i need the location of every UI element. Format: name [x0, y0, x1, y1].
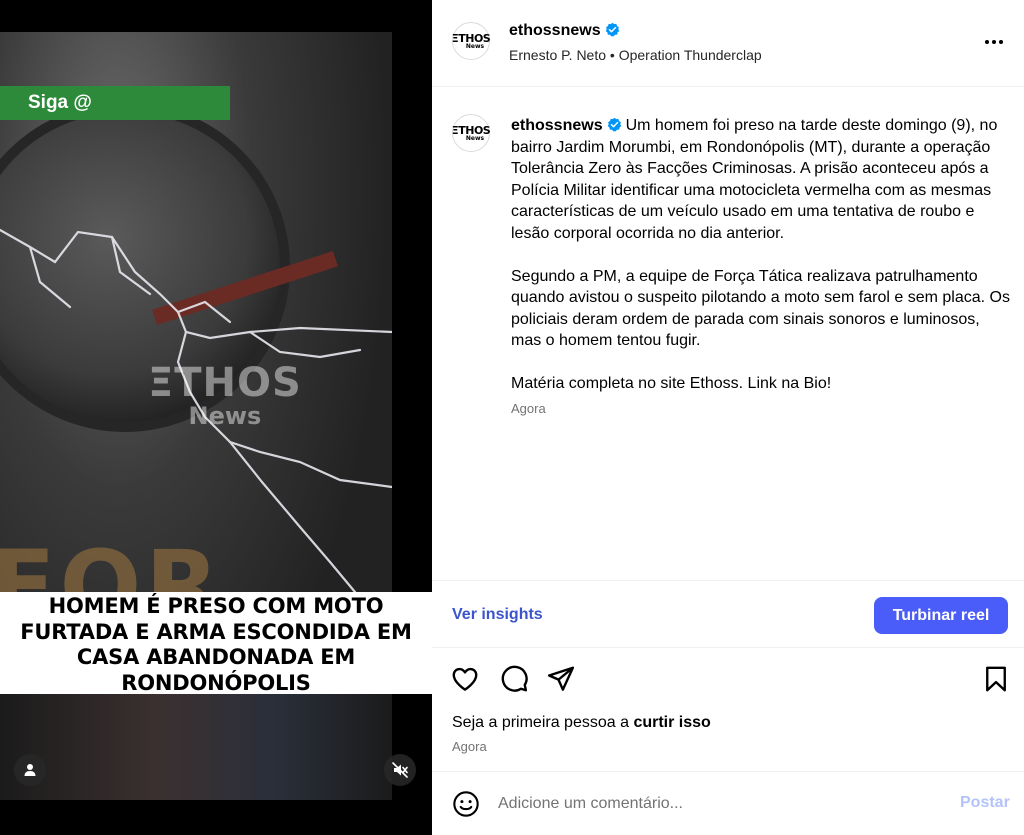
- action-bar: [432, 662, 1024, 696]
- watermark-line2: News: [188, 402, 262, 430]
- mute-button[interactable]: [384, 754, 416, 786]
- avatar[interactable]: ΞTHOS News: [451, 114, 491, 152]
- author-username[interactable]: ethossnews: [509, 22, 601, 39]
- avatar-logo-line2: News: [465, 42, 485, 50]
- emoji-icon[interactable]: [452, 790, 480, 818]
- more-dot: [992, 40, 996, 44]
- post-header: ΞTHOS News ethossnews Ernesto P. Neto • …: [432, 0, 1024, 87]
- comment-input[interactable]: [498, 792, 938, 816]
- caption-paragraph: Segundo a PM, a equipe de Força Tática r…: [511, 267, 1010, 350]
- caption-paragraph: Matéria completa no site Ethoss. Link na…: [511, 375, 832, 392]
- heart-icon[interactable]: [450, 664, 480, 694]
- comment-bar: Postar: [432, 771, 1024, 835]
- avatar-logo-line2: News: [465, 134, 485, 142]
- author-username-row: ethossnews: [509, 22, 620, 40]
- post-caption: ethossnews Um homem foi preso na tarde de…: [511, 115, 1011, 395]
- tagged-users-button[interactable]: [14, 754, 46, 786]
- caption-text: Um homem foi preso na tarde deste doming…: [511, 117, 998, 242]
- comment-icon[interactable]: [499, 664, 529, 694]
- boost-reel-button[interactable]: Turbinar reel: [874, 597, 1008, 634]
- caption-paragraph: ethossnews Um homem foi preso na tarde de…: [511, 115, 1011, 244]
- caption-username[interactable]: ethossnews: [511, 117, 603, 134]
- reel-video-panel[interactable]: FOR Siga @ ΞTHOS News HOMEM É PRESO COM …: [0, 0, 432, 835]
- watermark-line1: ΞTHOS: [148, 360, 302, 406]
- caption-area: ΞTHOS News ethossnews Um homem foi preso …: [432, 88, 1024, 580]
- bookmark-icon[interactable]: [981, 664, 1011, 694]
- post-details-panel: ΞTHOS News ethossnews Ernesto P. Neto • …: [432, 0, 1024, 835]
- watermark-logo: ΞTHOS News: [148, 360, 302, 430]
- audio-attribution[interactable]: Ernesto P. Neto • Operation Thunderclap: [509, 47, 762, 63]
- video-headline: HOMEM É PRESO COM MOTO FURTADA E ARMA ES…: [0, 592, 432, 695]
- avatar-logo-line1: ΞTHOS: [451, 31, 491, 45]
- caption-timestamp: Agora: [511, 401, 546, 416]
- insights-bar: Ver insights Turbinar reel: [432, 580, 1024, 648]
- share-icon[interactable]: [546, 664, 576, 694]
- verified-icon: [605, 22, 619, 37]
- like-this-link[interactable]: curtir isso: [633, 714, 710, 731]
- likes-prefix: Seja a primeira pessoa a: [452, 714, 629, 731]
- likes-summary: Seja a primeira pessoa a curtir isso: [452, 714, 711, 732]
- post-comment-button[interactable]: Postar: [960, 794, 1010, 812]
- post-timestamp: Agora: [452, 739, 487, 754]
- avatar-logo-line1: ΞTHOS: [451, 123, 491, 137]
- more-dot: [985, 40, 989, 44]
- avatar[interactable]: ΞTHOS News: [451, 22, 491, 60]
- view-insights-link[interactable]: Ver insights: [452, 606, 543, 624]
- follow-banner: Siga @: [0, 86, 230, 120]
- more-options-button[interactable]: [982, 30, 1006, 54]
- verified-icon: [607, 117, 621, 132]
- mute-icon: [392, 762, 408, 778]
- more-dot: [999, 40, 1003, 44]
- user-icon: [24, 764, 36, 776]
